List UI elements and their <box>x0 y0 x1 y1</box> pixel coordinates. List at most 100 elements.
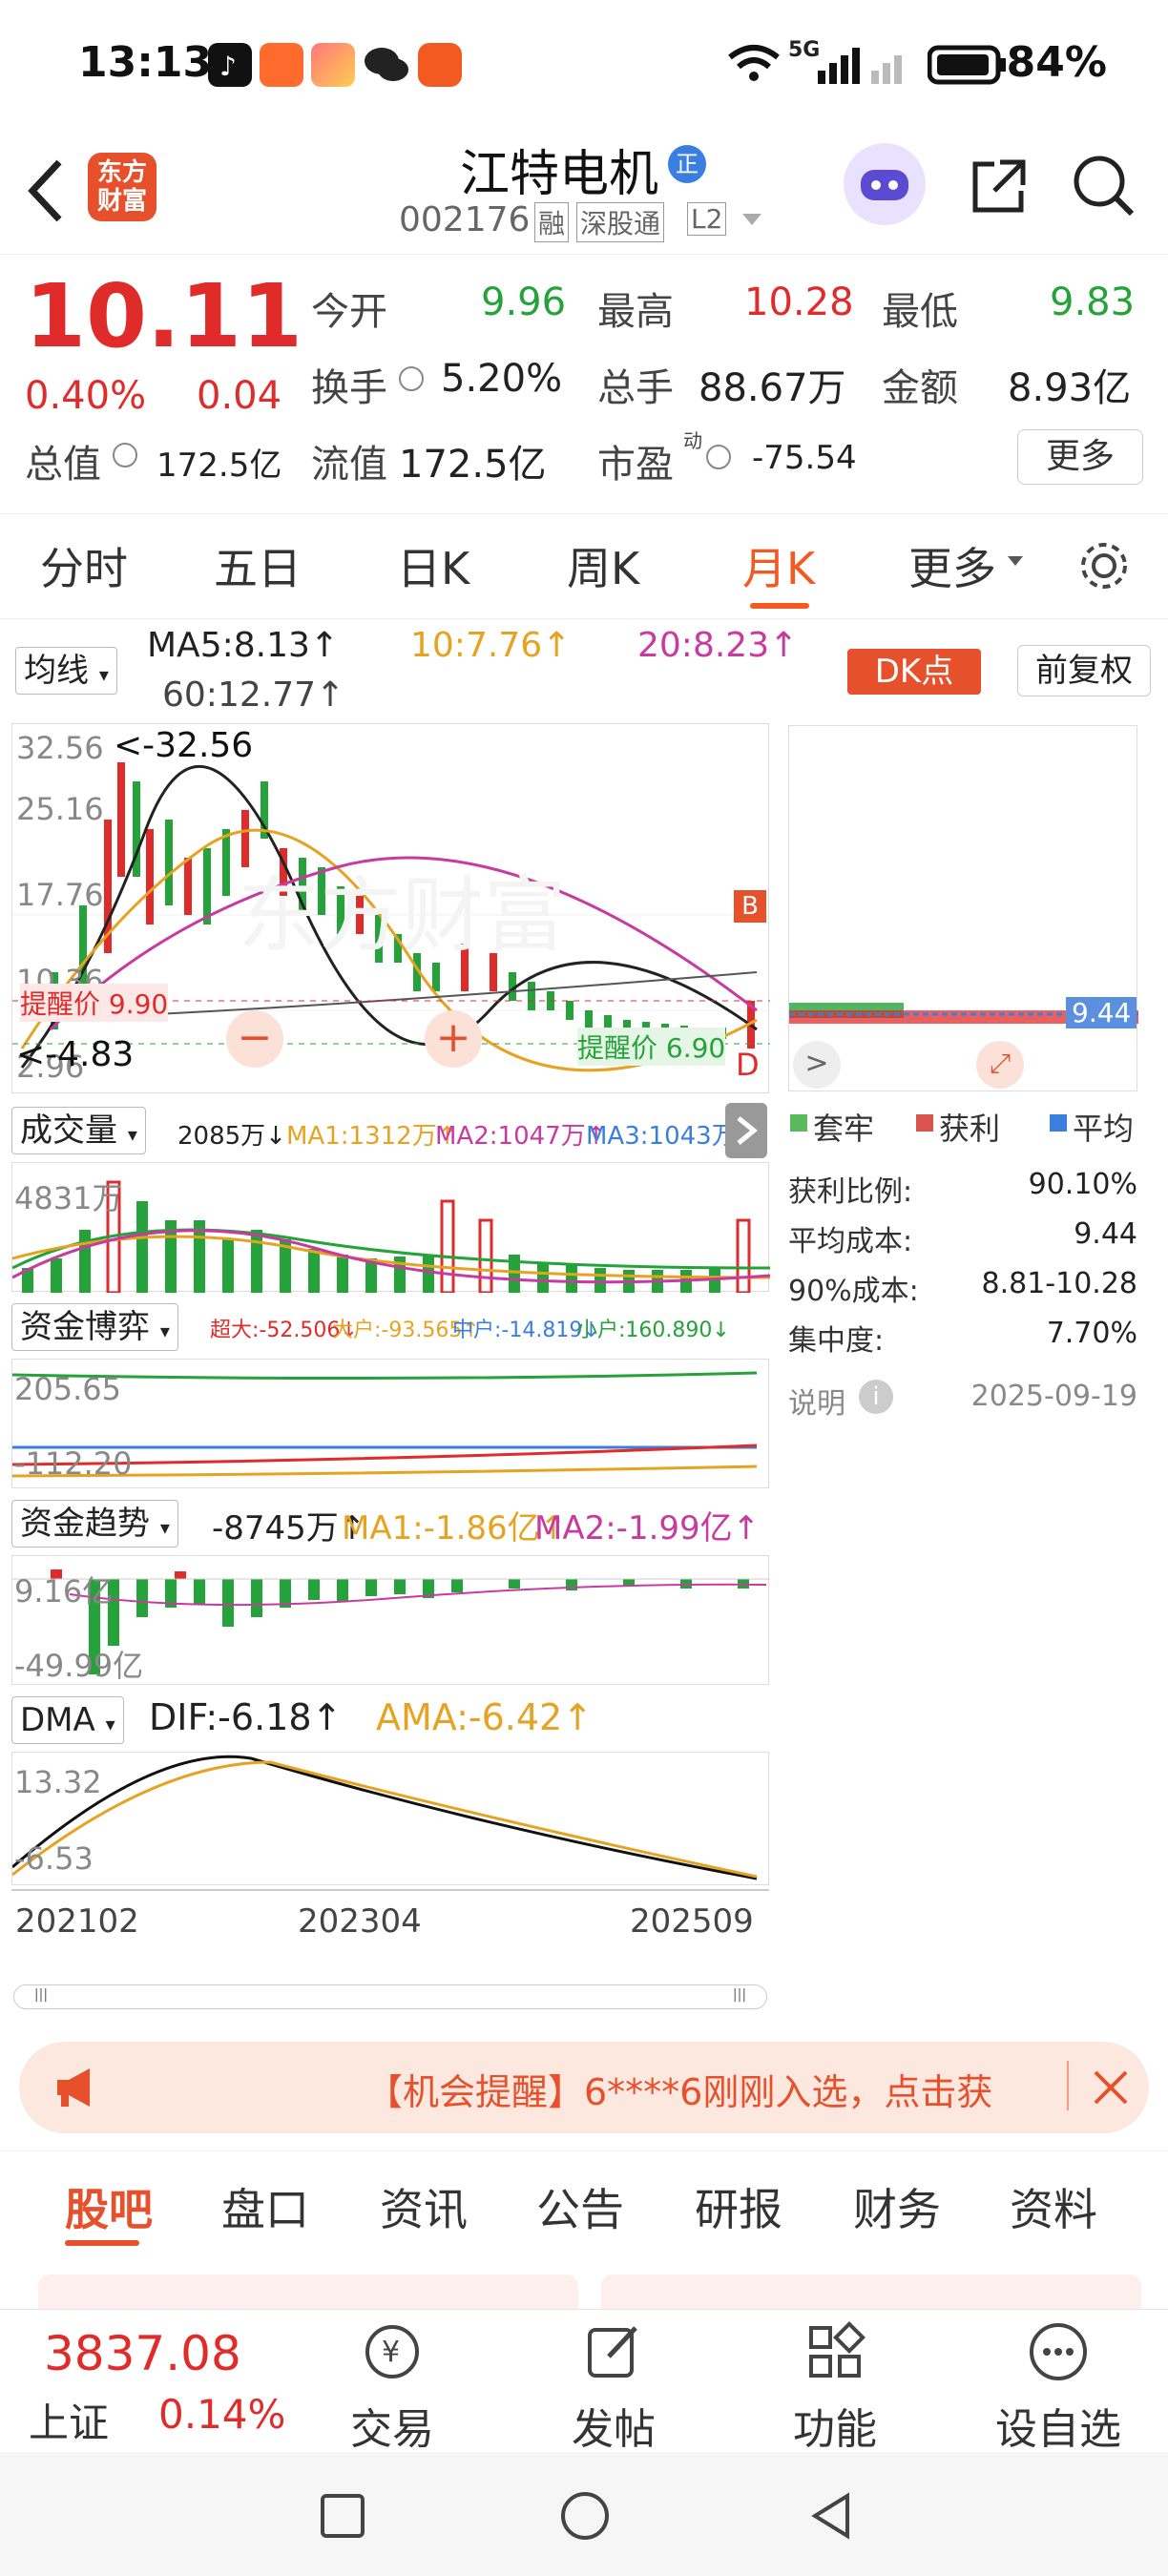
ma-selector[interactable]: 均线 ▾ <box>15 647 117 695</box>
tab-announcements[interactable]: 公告 <box>536 2175 624 2238</box>
indicator-selector-volume[interactable]: 成交量 ▾ <box>11 1107 146 1154</box>
volume-chart[interactable]: 4831万 <box>11 1162 771 1295</box>
high-label: 最高 <box>597 290 674 334</box>
info-icon[interactable]: i <box>859 1380 893 1414</box>
banner-text: 【机会提醒】6****6刚刚入选，点击获 <box>366 2071 993 2113</box>
tab-more[interactable]: 更多 <box>908 534 996 597</box>
indicator-selector-fund-trend[interactable]: 资金趋势 ▾ <box>11 1500 178 1548</box>
fund-trend-ma1: MA1:-1.86亿↑ <box>342 1509 568 1548</box>
fund-game-y-min: -112.20 <box>14 1445 133 1482</box>
ma20-value: 20:8.23↑ <box>637 626 799 665</box>
megaphone-icon <box>52 2065 105 2114</box>
tab-weekly-k[interactable]: 周K <box>567 534 639 597</box>
home-icon[interactable] <box>559 2490 611 2545</box>
legend-trapped: 套牢 <box>813 1111 875 1147</box>
tab-monthly-k[interactable]: 月K <box>742 534 815 597</box>
back-icon[interactable] <box>21 153 69 233</box>
scroll-handle-left[interactable]: ||| <box>20 1987 62 2006</box>
nav-post[interactable]: 发帖 <box>542 2318 685 2456</box>
kline-chart[interactable]: 东方财富 32.56 25.16 17.76 10.36 2.96 <-32.5… <box>11 723 770 1093</box>
chip-expand-icon[interactable]: > <box>793 1041 841 1089</box>
chip-stat-value: 8.81-10.28 <box>981 1267 1137 1300</box>
dropdown-icon: ▾ <box>159 1516 170 1539</box>
settings-gear-icon[interactable] <box>1074 536 1134 599</box>
chip-distribution-chart[interactable]: 9.44 > ⤢ <box>788 725 1138 1091</box>
fund-trend-y-max: 9.16亿 <box>14 1573 114 1610</box>
range-scrollbar[interactable]: ||| ||| <box>13 1984 767 2009</box>
search-icon[interactable] <box>1071 153 1137 223</box>
info-icon[interactable] <box>706 445 731 469</box>
change-percent: 0.40% <box>25 374 147 418</box>
robot-assistant-icon[interactable] <box>844 143 926 225</box>
dma-svg <box>11 1755 758 1880</box>
alert-low-line[interactable]: 提醒价 6.90 <box>577 1028 726 1066</box>
chip-note[interactable]: 说明 <box>788 1380 845 1422</box>
tab-five-day[interactable]: 五日 <box>214 534 302 597</box>
dk-point-button[interactable]: DK点 <box>847 649 981 695</box>
dma-ama: AMA:-6.42↑ <box>376 1696 594 1738</box>
chip-stat-label: 集中度: <box>788 1324 885 1358</box>
divider <box>0 513 1168 514</box>
logo: 东方 财富 <box>88 153 156 221</box>
more-button[interactable]: 更多 <box>1017 429 1143 485</box>
dma-y-min: -6.53 <box>14 1840 94 1877</box>
dma-chart[interactable]: 13.32 -6.53 <box>11 1752 769 1885</box>
tab-news[interactable]: 资讯 <box>380 2175 468 2238</box>
share-icon[interactable] <box>966 153 1032 223</box>
info-icon[interactable] <box>113 443 137 467</box>
nav-trade[interactable]: ¥ 交易 <box>321 2318 464 2456</box>
tab-research[interactable]: 研报 <box>695 2175 782 2238</box>
back-nav-icon[interactable] <box>807 2490 855 2545</box>
tab-profile[interactable]: 资料 <box>1010 2175 1097 2238</box>
zoom-out-button[interactable]: − <box>226 1010 283 1068</box>
chip-svg <box>789 1003 1138 1024</box>
dropdown-icon[interactable] <box>740 210 763 233</box>
ma-selector-label: 均线 <box>24 652 89 690</box>
open-value: 9.96 <box>481 280 567 324</box>
adjust-button[interactable]: 前复权 <box>1017 645 1151 696</box>
tab-intraday[interactable]: 分时 <box>40 534 128 597</box>
alert-high-line[interactable]: 提醒价 9.90 <box>20 984 169 1022</box>
nav-functions[interactable]: 功能 <box>763 2318 907 2456</box>
indicator-label: 资金趋势 <box>20 1505 150 1543</box>
app-icon-gallery <box>311 43 355 87</box>
info-icon[interactable] <box>399 366 424 391</box>
indicator-selector-dma[interactable]: DMA ▾ <box>11 1696 124 1744</box>
indicator-selector-fund-game[interactable]: 资金博弈 ▾ <box>11 1303 178 1351</box>
tab-daily-k[interactable]: 日K <box>397 534 469 597</box>
svg-text:♪: ♪ <box>219 51 237 82</box>
float-label: 流值 <box>311 443 387 487</box>
badge-icon: 正 <box>668 145 706 183</box>
watermark: 东方财富 <box>238 868 566 964</box>
zoom-in-button[interactable]: + <box>425 1010 482 1068</box>
close-icon[interactable] <box>1088 2065 1134 2114</box>
card-preview[interactable] <box>38 2275 578 2313</box>
card-preview[interactable] <box>601 2275 1141 2313</box>
index-value[interactable]: 3837.08 <box>44 2326 241 2381</box>
nav-label: 发帖 <box>572 2405 656 2454</box>
min-price-marker: <-4.83 <box>16 1035 135 1074</box>
divider <box>0 2150 1168 2151</box>
fund-game-chart[interactable]: 205.65 -112.20 <box>11 1359 769 1488</box>
tab-forum[interactable]: 股吧 <box>65 2175 153 2238</box>
scroll-handle-right[interactable]: ||| <box>719 1987 761 2006</box>
fullscreen-icon[interactable]: ⤢ <box>976 1041 1024 1089</box>
nav-watchlist[interactable]: 设自选 <box>987 2318 1130 2456</box>
chip-stat-value: 90.10% <box>1028 1168 1137 1201</box>
opportunity-banner[interactable]: 【机会提醒】6****6刚刚入选，点击获 <box>19 2042 1149 2133</box>
expand-panel-button[interactable] <box>725 1103 767 1158</box>
fund-trend-chart[interactable]: 9.16亿 -49.99亿 <box>11 1555 770 1685</box>
dropdown-icon: ▾ <box>98 663 109 686</box>
amount-label: 金额 <box>882 366 958 410</box>
recents-icon[interactable] <box>319 2492 366 2544</box>
low-label: 最低 <box>882 290 958 334</box>
pe-value: -75.54 <box>752 439 857 477</box>
volume-value: 2085万↓ <box>177 1122 286 1151</box>
turnover-value: 5.20% <box>441 357 563 401</box>
y-max-label: 32.56 <box>16 730 104 766</box>
divider <box>1067 2061 1069 2110</box>
tab-finance[interactable]: 财务 <box>853 2175 941 2238</box>
tab-orderbook[interactable]: 盘口 <box>221 2175 309 2238</box>
volume-label: 总手 <box>597 366 674 410</box>
dropdown-icon: ▾ <box>105 1713 115 1735</box>
